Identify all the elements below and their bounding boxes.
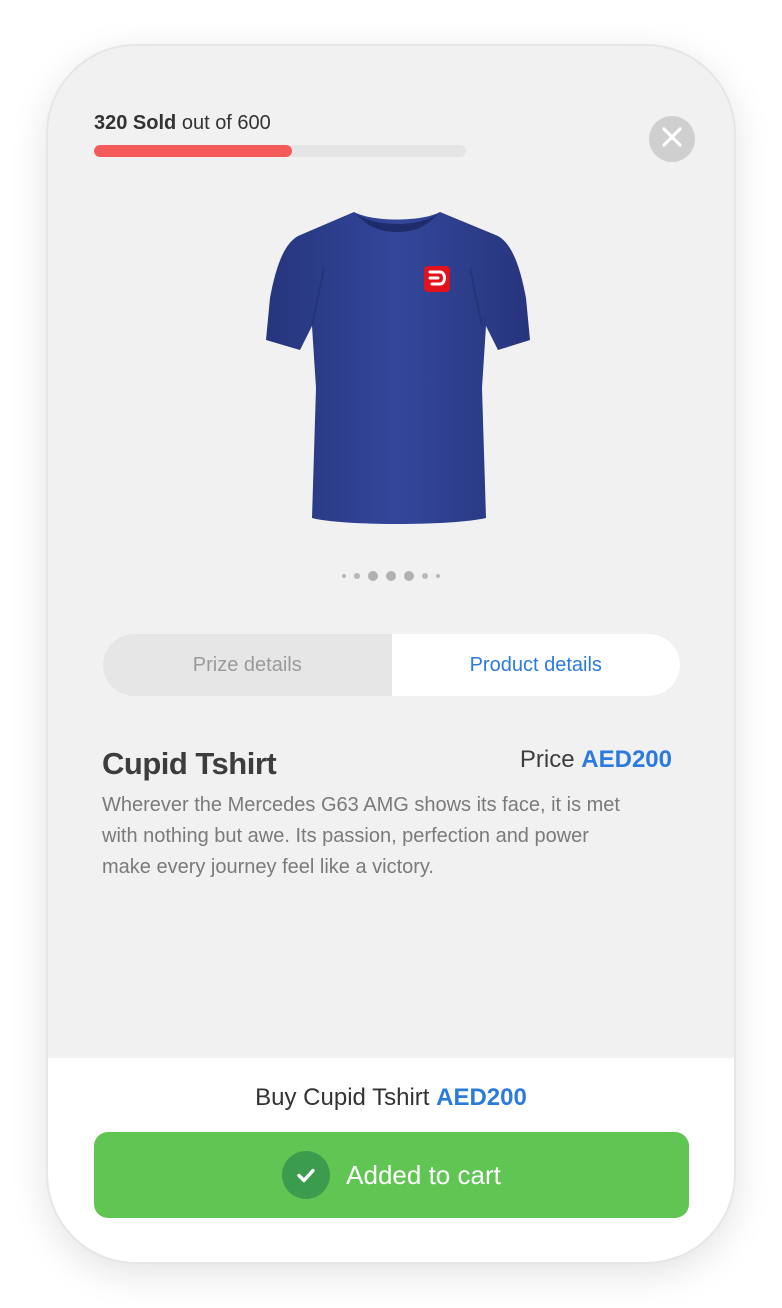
buy-prefix: Buy Cupid Tshirt bbox=[255, 1084, 430, 1111]
purchase-footer: Buy Cupid Tshirt AED200 Added to cart bbox=[48, 1058, 734, 1262]
tab-prize-details[interactable]: Prize details bbox=[103, 634, 392, 696]
buy-summary: Buy Cupid Tshirt AED200 bbox=[48, 1084, 734, 1112]
carousel-dot[interactable] bbox=[386, 571, 396, 581]
sales-progress-bar bbox=[94, 145, 466, 157]
sold-total: out of 600 bbox=[181, 112, 271, 134]
product-modal: 320 Sold out of 600 Prize details Produc… bbox=[48, 46, 734, 1262]
sold-count: 320 Sold bbox=[94, 112, 177, 134]
price-value: AED200 bbox=[581, 746, 672, 773]
carousel-dot[interactable] bbox=[404, 571, 414, 581]
product-price: Price AED200 bbox=[520, 746, 672, 774]
buy-amount: AED200 bbox=[436, 1084, 527, 1111]
details-tabs: Prize details Product details bbox=[103, 634, 680, 696]
carousel-dots bbox=[48, 571, 734, 581]
product-title: Cupid Tshirt bbox=[102, 746, 277, 781]
product-image[interactable] bbox=[262, 206, 532, 526]
price-label: Price bbox=[519, 746, 575, 773]
sales-progress-fill bbox=[94, 145, 293, 157]
close-button[interactable] bbox=[649, 116, 695, 162]
add-to-cart-button[interactable]: Added to cart bbox=[94, 1132, 689, 1218]
check-icon bbox=[282, 1151, 331, 1199]
carousel-dot[interactable] bbox=[368, 571, 378, 581]
carousel-dot[interactable] bbox=[422, 573, 428, 579]
product-description: Wherever the Mercedes G63 AMG shows its … bbox=[102, 794, 620, 878]
brand-logo-icon bbox=[424, 266, 450, 292]
cart-button-label: Added to cart bbox=[346, 1159, 501, 1190]
tab-product-details[interactable]: Product details bbox=[391, 634, 680, 696]
carousel-dot[interactable] bbox=[342, 574, 346, 578]
carousel-dot[interactable] bbox=[436, 574, 440, 578]
sold-count-text: 320 Sold out of 600 bbox=[94, 112, 271, 135]
close-icon bbox=[661, 126, 683, 153]
carousel-dot[interactable] bbox=[354, 573, 360, 579]
